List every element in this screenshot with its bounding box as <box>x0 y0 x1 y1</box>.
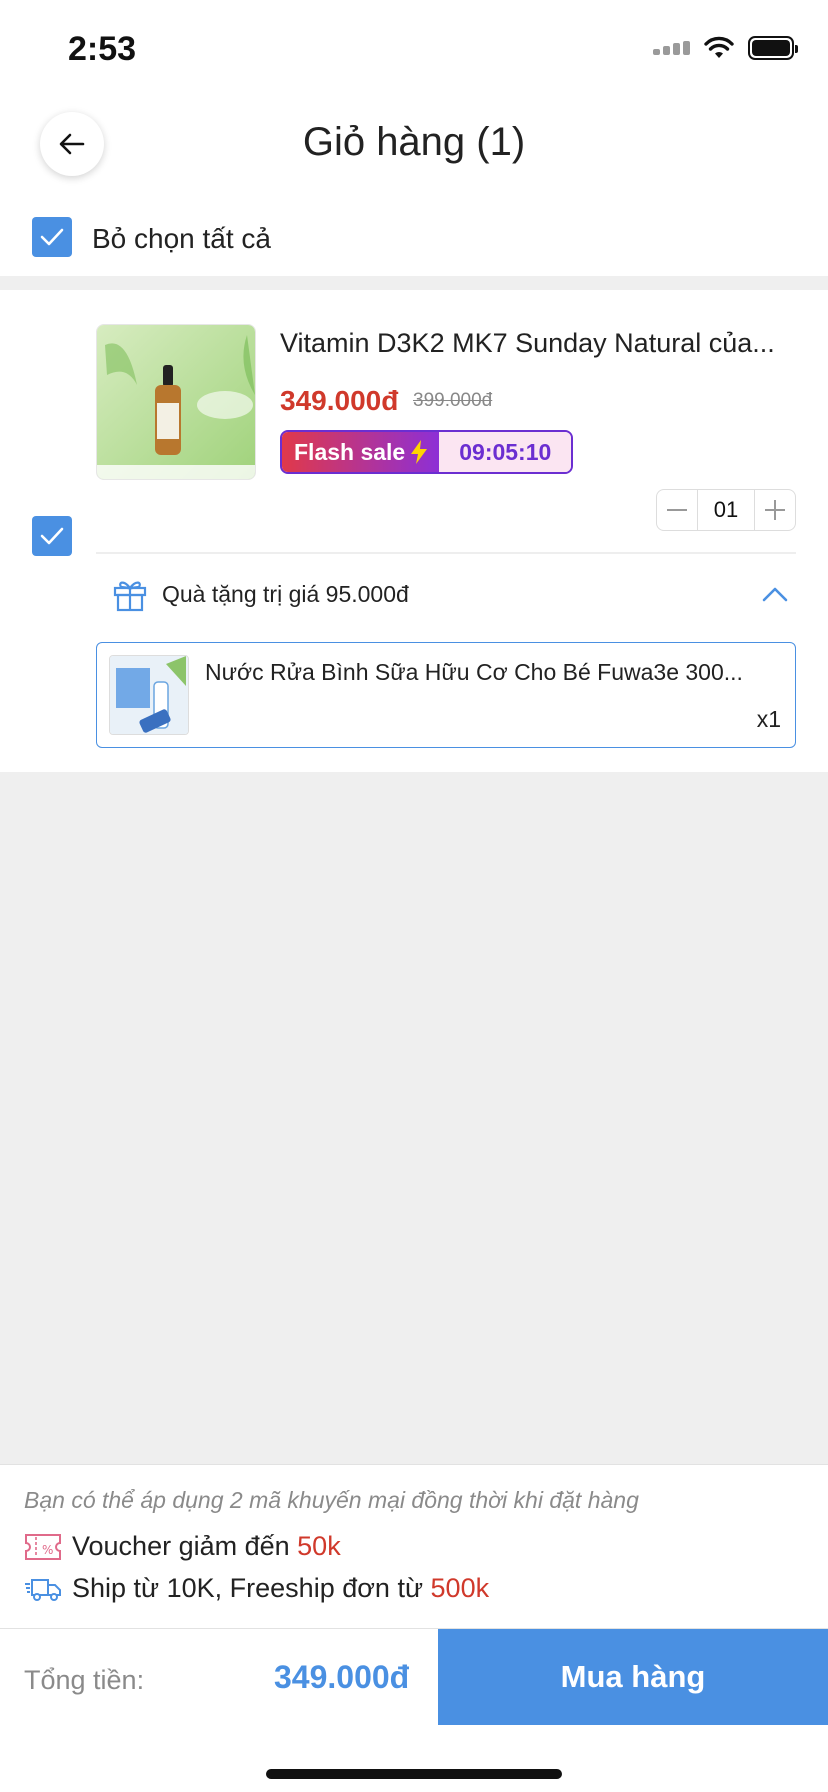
gift-label: Quà tặng trị giá 95.000đ <box>162 580 409 607</box>
total-value: 349.000đ <box>274 1659 410 1695</box>
quantity-stepper: 01 <box>656 489 796 531</box>
gift-product-quantity: x1 <box>756 706 781 732</box>
cart-item: Vitamin D3K2 MK7 Sunday Natural của... 3… <box>0 290 828 772</box>
select-all-checkbox[interactable] <box>32 217 72 257</box>
home-indicator[interactable] <box>266 1769 562 1779</box>
voucher-text: Voucher giảm đến 50k <box>72 1531 341 1561</box>
checkmark-icon <box>40 527 64 545</box>
gift-product-card[interactable]: Nước Rửa Bình Sữa Hữu Cơ Cho Bé Fuwa3e 3… <box>96 642 796 748</box>
chevron-up-icon[interactable] <box>762 586 788 602</box>
select-all-label[interactable]: Bỏ chọn tất cả <box>92 223 271 255</box>
item-checkbox[interactable] <box>32 516 72 556</box>
product-name[interactable]: Vitamin D3K2 MK7 Sunday Natural của... <box>280 328 790 359</box>
product-original-price: 399.000đ <box>413 390 493 411</box>
svg-text:%: % <box>42 1543 53 1557</box>
shipping-text: Ship từ 10K, Freeship đơn từ 500k <box>72 1573 490 1603</box>
increase-button[interactable] <box>755 490 795 530</box>
flash-sale-timer: 09:05:10 <box>439 432 572 472</box>
decrease-button[interactable] <box>657 490 697 530</box>
voucher-row: % Voucher giảm đến 50k <box>24 1531 341 1562</box>
minus-icon <box>667 509 687 511</box>
flash-sale-label: Flash sale <box>294 438 406 465</box>
product-price: 349.000đ <box>280 385 399 416</box>
cellular-signal-icon <box>653 41 690 55</box>
gift-product-name: Nước Rửa Bình Sữa Hữu Cơ Cho Bé Fuwa3e 3… <box>205 659 743 685</box>
flash-sale-badge: Flash sale 09:05:10 <box>280 430 574 474</box>
top-section: 2:53 Giỏ hàng (1) Bỏ chọn tất cả <box>0 0 828 276</box>
battery-icon <box>748 36 798 60</box>
status-time: 2:53 <box>68 30 137 68</box>
status-icons <box>653 36 798 60</box>
gift-header[interactable]: Quà tặng trị giá 95.000đ <box>112 568 788 620</box>
checkout-bar: Tổng tiền: 349.000đ Mua hàng <box>0 1628 828 1792</box>
gift-product-image <box>109 655 189 735</box>
page-title: Giỏ hàng (1) <box>302 120 526 164</box>
lightning-icon <box>411 440 428 464</box>
quantity-value[interactable]: 01 <box>697 490 755 530</box>
promo-note: Bạn có thể áp dụng 2 mã khuyến mại đồng … <box>24 1487 639 1513</box>
flash-sale-label-box: Flash sale <box>282 432 440 472</box>
wifi-icon <box>704 36 734 58</box>
plus-icon <box>765 500 785 520</box>
item-divider <box>96 552 796 554</box>
product-image[interactable] <box>96 324 256 480</box>
delivery-truck-icon <box>25 1578 61 1601</box>
gift-icon <box>113 581 147 612</box>
promo-section: Bạn có thể áp dụng 2 mã khuyến mại đồng … <box>0 1464 828 1628</box>
voucher-icon: % <box>25 1533 61 1560</box>
total-label: Tổng tiền: <box>24 1665 145 1695</box>
shipping-row: Ship từ 10K, Freeship đơn từ 500k <box>24 1573 489 1604</box>
checkmark-icon <box>40 228 64 246</box>
buy-button[interactable]: Mua hàng <box>438 1629 828 1725</box>
section-divider <box>0 276 828 290</box>
